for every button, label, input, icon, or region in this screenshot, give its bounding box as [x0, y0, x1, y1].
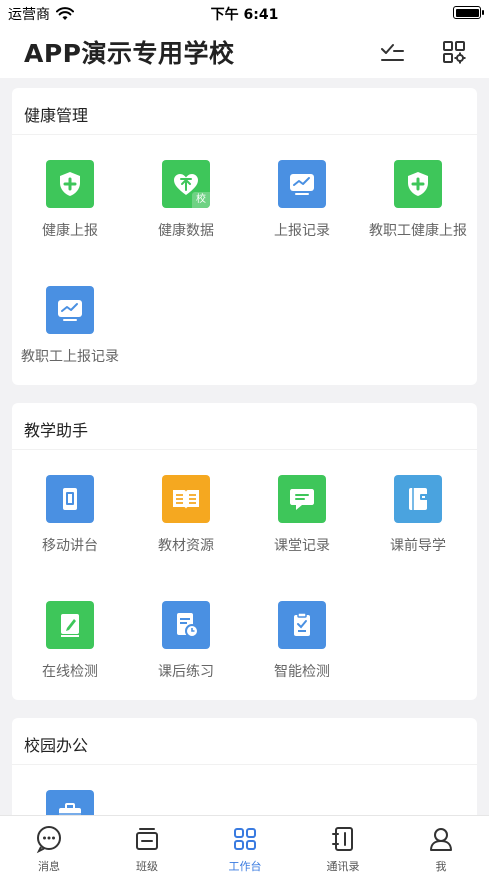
- tile-staff-health-report[interactable]: 教职工健康上报: [360, 134, 476, 244]
- tab-label: 消息: [38, 860, 60, 873]
- briefcase-icon: [46, 790, 94, 815]
- tile-health-report[interactable]: 健康上报: [12, 134, 128, 244]
- class-icon: [136, 828, 158, 850]
- message-icon: [36, 826, 61, 854]
- tile-label: 在线检测: [42, 664, 98, 680]
- status-time: 下午 6:41: [210, 7, 279, 23]
- grid-settings-icon[interactable]: [440, 38, 468, 66]
- section-teaching-assistant: 教学助手 移动讲台 教材资源 课堂记录 课前导学 在线检测 课后练习 智能检测: [12, 403, 477, 700]
- book-icon: [162, 475, 210, 523]
- section-title: 健康管理: [24, 106, 89, 125]
- tab-workbench[interactable]: 工作台: [196, 816, 294, 875]
- tile-label: 课后练习: [158, 664, 214, 680]
- section-health-management: 健康管理 健康上报 校 健康数据 上报记录 教职工健康上报 教职工上报记录: [12, 88, 477, 385]
- tab-label: 通讯录: [326, 860, 360, 873]
- section-campus-office: 校园办公: [12, 718, 477, 815]
- notebook-icon: [394, 475, 442, 523]
- tab-label: 我: [435, 860, 447, 873]
- tab-contacts[interactable]: 通讯录: [294, 816, 392, 875]
- tile-label: 健康上报: [42, 223, 98, 239]
- contacts-icon: [332, 827, 353, 851]
- tile-online-test[interactable]: 在线检测: [12, 575, 128, 685]
- app-header: APP演示专用学校: [0, 26, 489, 78]
- clipboard-check-icon: [278, 601, 326, 649]
- shield-plus-icon: [394, 160, 442, 208]
- tab-label: 班级: [136, 860, 158, 873]
- tile-label: 智能检测: [274, 664, 330, 680]
- page-title: APP演示专用学校: [24, 39, 235, 68]
- status-bar: 运营商 下午 6:41: [0, 0, 489, 26]
- section-title: 校园办公: [24, 736, 89, 755]
- tab-class[interactable]: 班级: [98, 816, 196, 875]
- tile-label: 课堂记录: [274, 538, 330, 554]
- tile-label: 移动讲台: [42, 538, 98, 554]
- tile-mobile-podium[interactable]: 移动讲台: [12, 449, 128, 559]
- tab-me[interactable]: 我: [392, 816, 489, 875]
- chart-board-icon: [278, 160, 326, 208]
- tile-label: 教职工上报记录: [21, 349, 119, 365]
- tile-class-records[interactable]: 课堂记录: [244, 449, 360, 559]
- user-icon: [430, 828, 452, 851]
- chart-board-icon: [46, 286, 94, 334]
- tile-health-data[interactable]: 校 健康数据: [128, 134, 244, 244]
- shield-plus-icon: [46, 160, 94, 208]
- bottom-tab-bar: 消息 班级 工作台 通讯录 我: [0, 815, 489, 875]
- tab-messages[interactable]: 消息: [0, 816, 98, 875]
- tile-staff-report-records[interactable]: 教职工上报记录: [12, 260, 128, 370]
- tile-label: 课前导学: [390, 538, 446, 554]
- tile-smart-test[interactable]: 智能检测: [244, 575, 360, 685]
- workbench-icon: [234, 828, 256, 850]
- mobile-icon: [46, 475, 94, 523]
- tile-campus-office-item[interactable]: [12, 764, 128, 815]
- heart-upload-icon: 校: [162, 160, 210, 208]
- tile-textbook-resources[interactable]: 教材资源: [128, 449, 244, 559]
- battery-icon: [453, 6, 484, 19]
- school-badge: 校: [192, 192, 210, 208]
- tile-label: 教材资源: [158, 538, 214, 554]
- tile-label: 教职工健康上报: [369, 223, 467, 239]
- chat-bubble-icon: [278, 475, 326, 523]
- tab-label: 工作台: [228, 860, 262, 873]
- tile-label: 上报记录: [274, 223, 330, 239]
- section-title: 教学助手: [24, 421, 89, 440]
- checklist-icon[interactable]: [378, 38, 406, 66]
- tile-homework[interactable]: 课后练习: [128, 575, 244, 685]
- pencil-paper-icon: [46, 601, 94, 649]
- tile-report-records[interactable]: 上报记录: [244, 134, 360, 244]
- tile-label: 健康数据: [158, 223, 214, 239]
- workbench-content[interactable]: 健康管理 健康上报 校 健康数据 上报记录 教职工健康上报 教职工上报记录 教学…: [0, 78, 489, 815]
- document-clock-icon: [162, 601, 210, 649]
- tile-preclass-guide[interactable]: 课前导学: [360, 449, 476, 559]
